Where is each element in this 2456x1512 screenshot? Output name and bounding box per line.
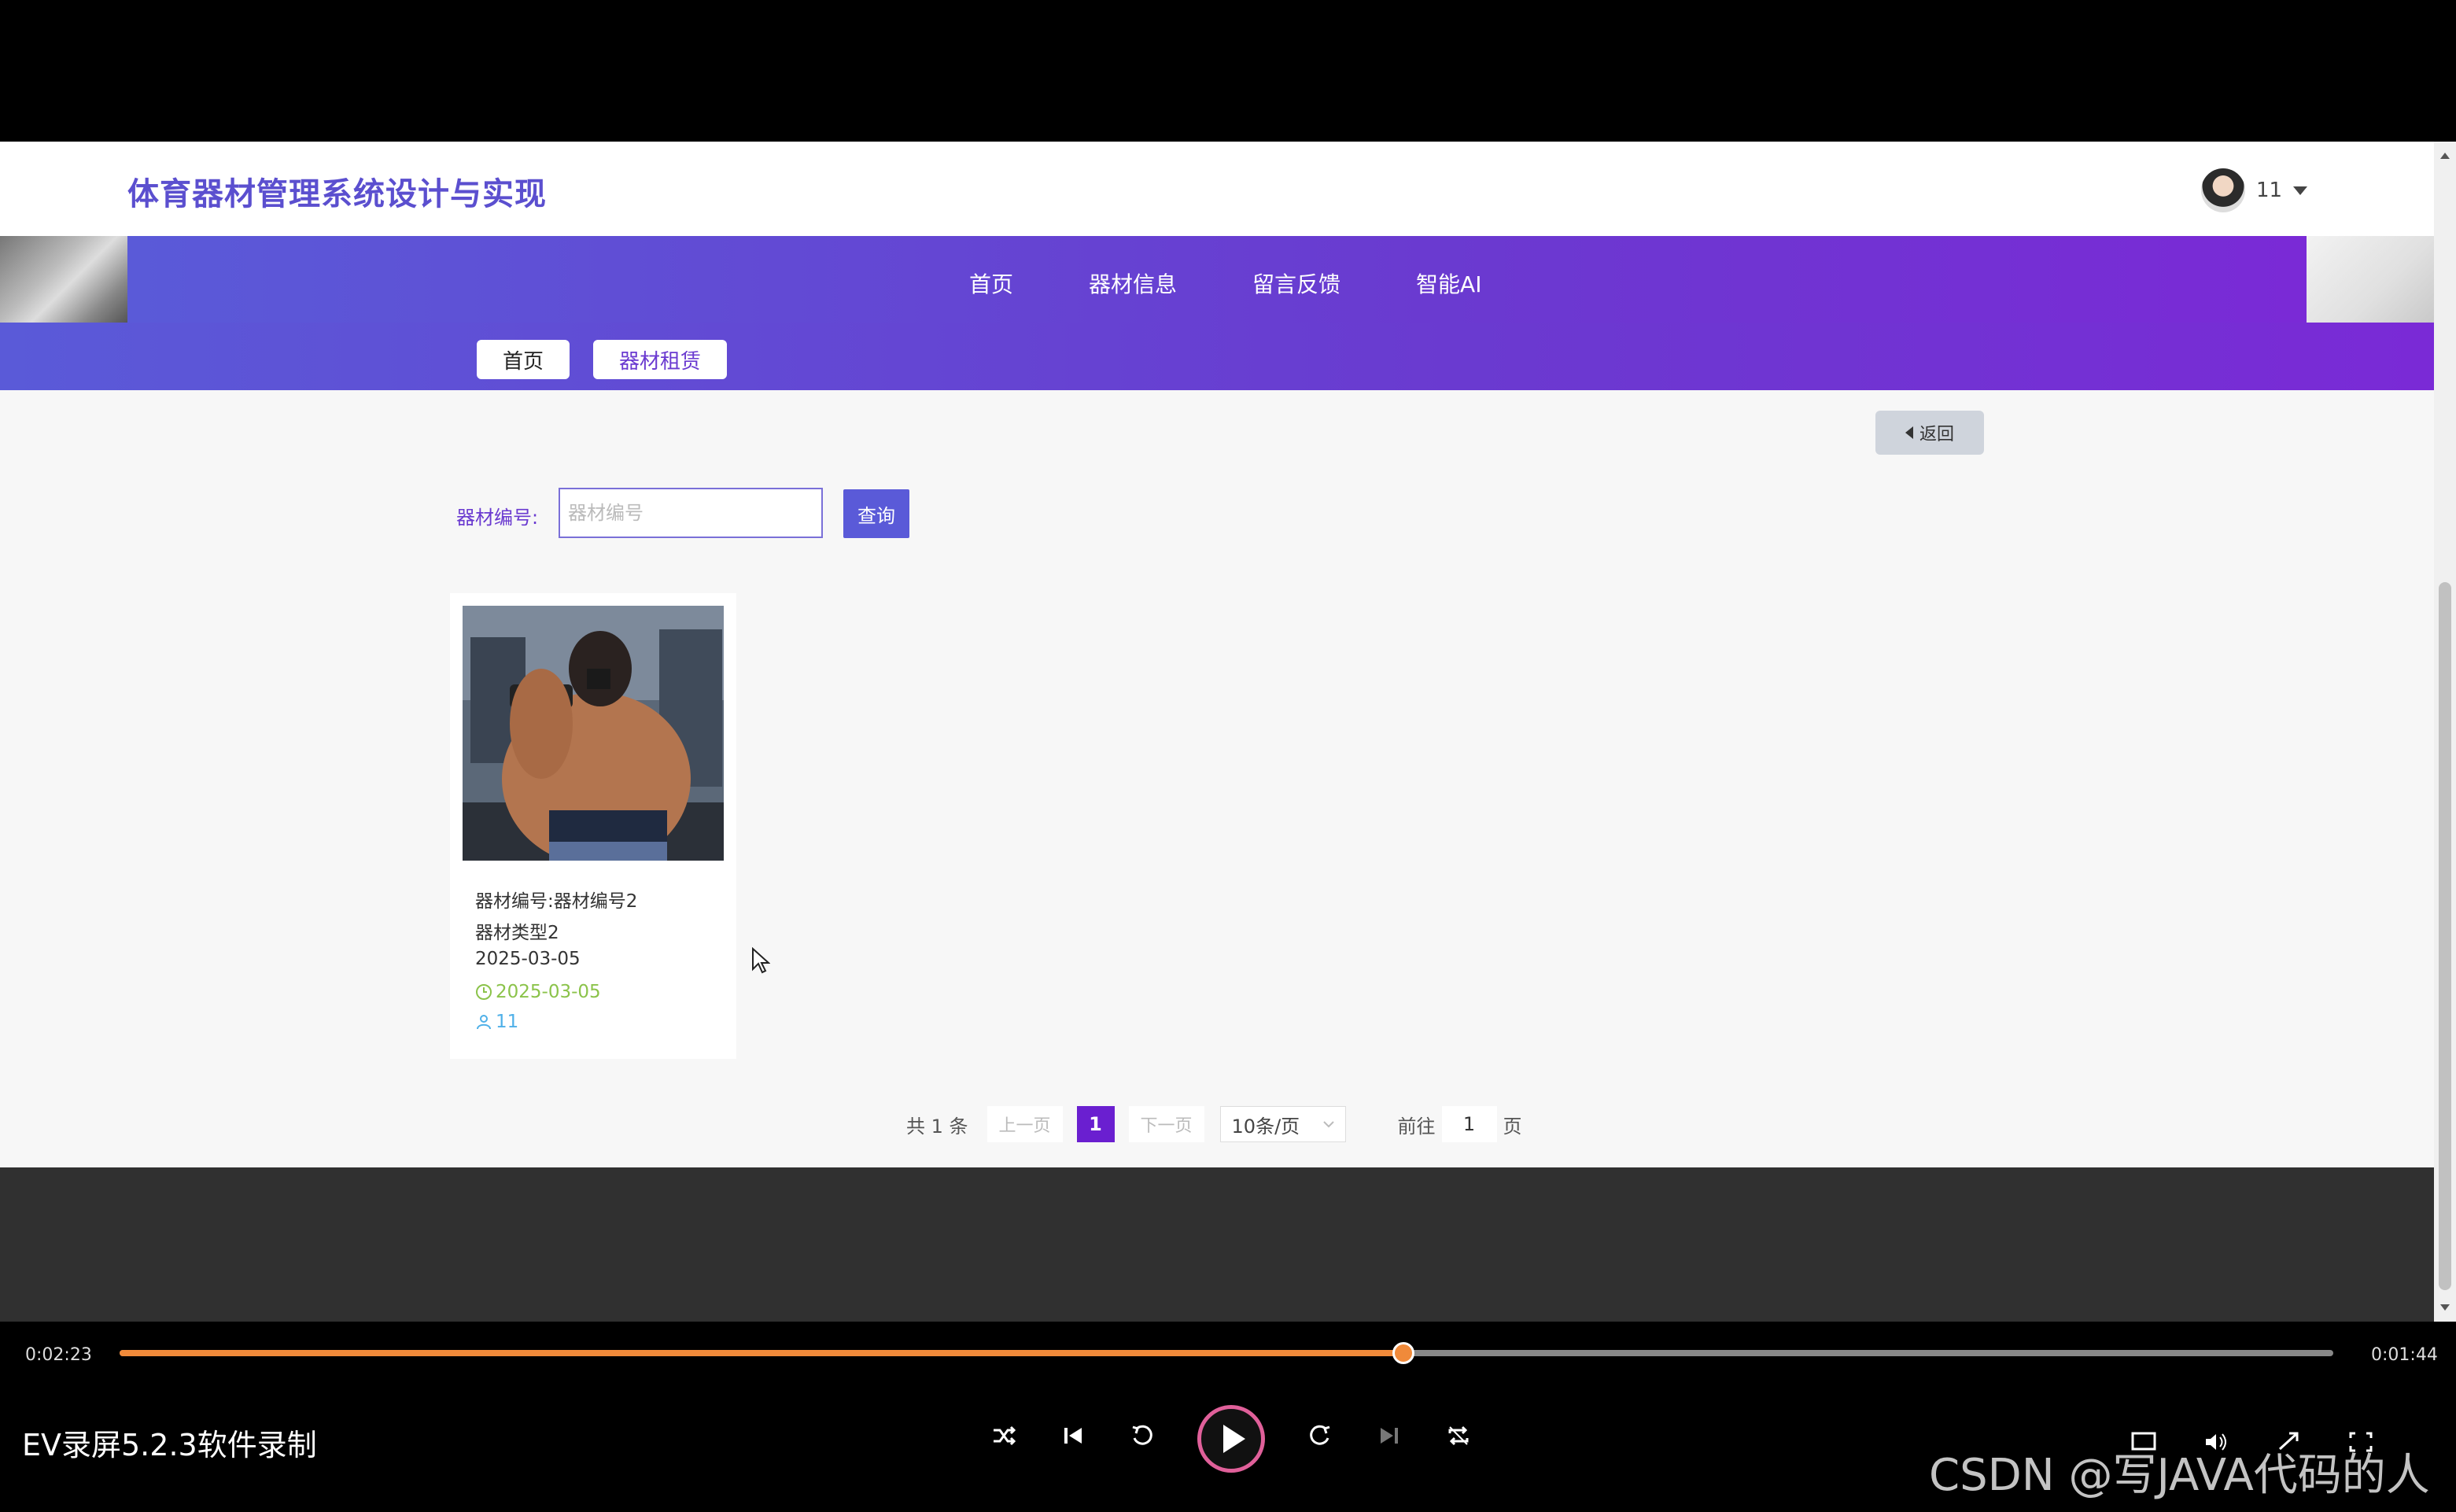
scroll-up-icon[interactable]	[2440, 153, 2450, 159]
forward-30-icon[interactable]	[1306, 1422, 1334, 1456]
previous-icon[interactable]	[1059, 1422, 1087, 1456]
breadcrumb-home[interactable]: 首页	[477, 340, 570, 379]
back-label: 返回	[1919, 425, 1954, 444]
goto-prefix: 前往	[1397, 1115, 1436, 1138]
chevron-down-icon[interactable]	[2293, 186, 2308, 195]
progress-thumb[interactable]	[1392, 1342, 1415, 1364]
card-user: 11	[475, 1012, 518, 1032]
search-input[interactable]	[559, 488, 823, 538]
scroll-thumb[interactable]	[2439, 582, 2451, 1290]
prev-page-button[interactable]: 上一页	[986, 1106, 1063, 1142]
pagination-total: 共 1 条	[906, 1115, 968, 1138]
nav-item-home[interactable]: 首页	[969, 267, 1013, 299]
clock-icon	[476, 984, 492, 1000]
card-user-text: 11	[496, 1012, 519, 1032]
pagination: 共 1 条 上一页 1 下一页 10条/页 前往 1 页	[906, 1104, 1522, 1144]
web-page: 体育器材管理系统设计与实现 11 首页 器材信息 留言反馈 智能AI 首页 器材…	[0, 142, 2434, 1322]
user-name[interactable]: 11	[2256, 179, 2282, 202]
user-menu[interactable]: 11	[2201, 168, 2308, 212]
banner-photo-left	[0, 236, 127, 323]
current-time: 0:02:23	[25, 1345, 92, 1365]
nav-item-equipment[interactable]: 器材信息	[1089, 267, 1177, 299]
progress-fill	[120, 1350, 1404, 1356]
page-size-select[interactable]: 10条/页	[1219, 1106, 1346, 1142]
goto-suffix: 页	[1503, 1115, 1522, 1138]
page-number-1[interactable]: 1	[1076, 1106, 1115, 1142]
search-label: 器材编号:	[456, 507, 539, 529]
card-time: 2025-03-05	[475, 982, 601, 1002]
equipment-image[interactable]	[463, 606, 724, 861]
equipment-type: 器材类型2	[475, 923, 559, 943]
total-time: 0:01:44	[2371, 1345, 2438, 1365]
play-button[interactable]	[1197, 1405, 1265, 1473]
page-size-value: 10条/页	[1231, 1115, 1300, 1138]
next-icon[interactable]	[1375, 1422, 1403, 1456]
progress-track[interactable]	[120, 1342, 2333, 1364]
scroll-down-icon[interactable]	[2440, 1304, 2450, 1311]
watermark: CSDN @写JAVA代码的人	[1929, 1450, 2430, 1501]
chevron-down-icon	[1322, 1121, 1334, 1128]
play-icon	[1223, 1425, 1245, 1453]
shuffle-icon[interactable]	[990, 1422, 1018, 1456]
goto-page-input[interactable]: 1	[1441, 1106, 1497, 1142]
next-page-button[interactable]: 下一页	[1128, 1106, 1204, 1142]
repeat-icon[interactable]	[1444, 1422, 1473, 1456]
player-controls	[990, 1405, 1473, 1473]
player-title: EV录屏5.2.3软件录制	[22, 1428, 317, 1462]
rewind-icon[interactable]	[1128, 1422, 1156, 1456]
card-time-text: 2025-03-05	[496, 982, 601, 1002]
equipment-date: 2025-03-05	[475, 949, 581, 969]
avatar[interactable]	[2201, 168, 2245, 212]
equipment-code: 器材编号:器材编号2	[475, 891, 638, 912]
page-scrollbar[interactable]	[2434, 142, 2456, 1322]
equipment-photo	[463, 606, 724, 861]
page-footer	[0, 1167, 2434, 1322]
site-title[interactable]: 体育器材管理系统设计与实现	[127, 168, 547, 214]
banner-photo-right	[2307, 236, 2434, 323]
main-nav: 首页 器材信息 留言反馈 智能AI	[969, 267, 1481, 299]
user-icon	[477, 1015, 491, 1030]
site-header: 体育器材管理系统设计与实现 11	[0, 142, 2434, 236]
back-button[interactable]: 返回	[1875, 411, 1984, 455]
equipment-card[interactable]: 器材编号:器材编号2 器材类型2 2025-03-05 2025-03-05 1…	[450, 593, 736, 1059]
mouse-cursor-icon	[752, 947, 770, 974]
nav-item-ai[interactable]: 智能AI	[1416, 267, 1481, 299]
query-button[interactable]: 查询	[843, 489, 909, 538]
breadcrumb-current[interactable]: 器材租赁	[593, 340, 727, 379]
nav-item-feedback[interactable]: 留言反馈	[1252, 267, 1340, 299]
caret-left-icon	[1905, 426, 1913, 439]
